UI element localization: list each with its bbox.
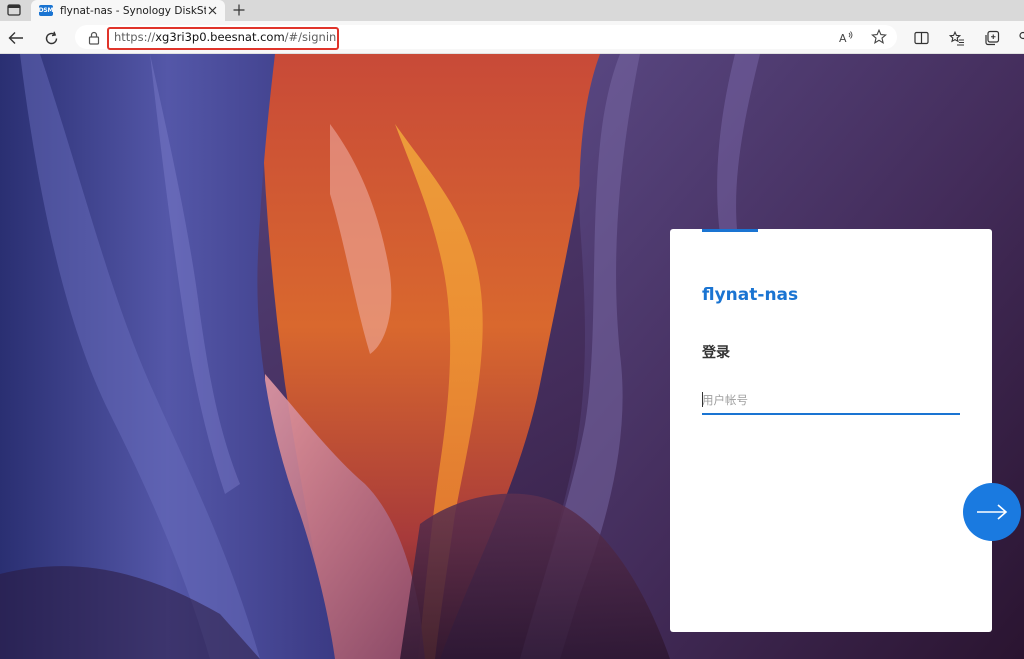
signin-page: flynat-nas 登录 [0, 54, 1024, 659]
refresh-icon[interactable] [42, 29, 60, 47]
favorite-star-icon[interactable] [870, 28, 888, 46]
url-host: xg3ri3p0.beesnat.com [155, 30, 285, 44]
tab-actions-icon[interactable] [6, 3, 22, 17]
lock-icon[interactable] [88, 30, 102, 45]
favorites-icon[interactable] [948, 29, 966, 47]
svg-text:A: A [839, 32, 847, 44]
close-tab-icon[interactable] [206, 4, 218, 16]
address-bar[interactable]: https://xg3ri3p0.beesnat.com/#/signin A [75, 25, 897, 50]
url-prefix: https:// [114, 30, 156, 44]
arrow-right-icon [977, 504, 1008, 520]
toolbar: https://xg3ri3p0.beesnat.com/#/signin A [0, 21, 1024, 54]
url-path: /#/signin [284, 30, 337, 44]
server-name: flynat-nas [702, 285, 799, 305]
read-aloud-icon[interactable]: A [837, 28, 855, 46]
profile-icon[interactable] [1014, 29, 1024, 47]
card-accent-bar [702, 229, 758, 232]
login-card: flynat-nas 登录 [670, 229, 992, 632]
split-screen-icon[interactable] [912, 29, 930, 47]
login-heading: 登录 [702, 345, 730, 361]
text-caret [702, 392, 703, 407]
new-tab-icon[interactable] [232, 3, 246, 17]
dsm-favicon-icon: DSM [38, 5, 54, 16]
tab-active[interactable]: DSM flynat-nas - Synology DiskStation [31, 0, 225, 21]
url-text[interactable]: https://xg3ri3p0.beesnat.com/#/signin [114, 30, 336, 44]
tab-title: flynat-nas - Synology DiskStation [60, 4, 206, 17]
tab-strip: DSM flynat-nas - Synology DiskStation [0, 0, 1024, 21]
browser-window: DSM flynat-nas - Synology DiskStation [0, 0, 1024, 659]
username-input[interactable] [702, 387, 960, 415]
next-button[interactable] [963, 483, 1021, 541]
back-icon[interactable] [7, 29, 25, 47]
collections-icon[interactable] [983, 29, 1001, 47]
